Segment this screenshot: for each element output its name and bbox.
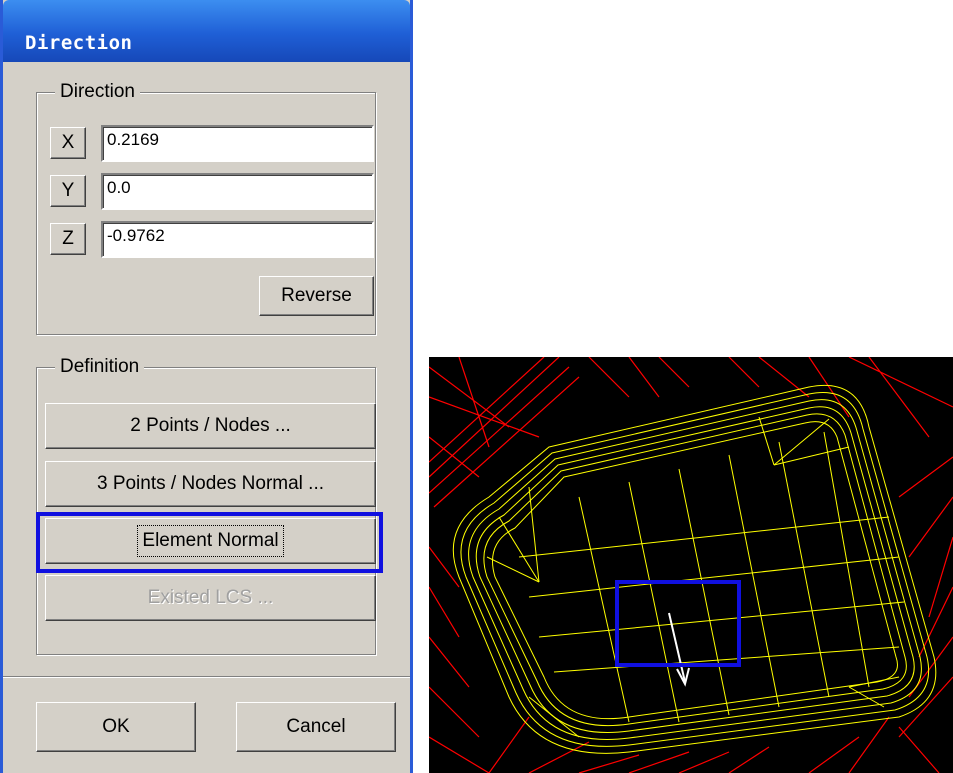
footer-separator (3, 676, 410, 678)
ok-label: OK (102, 716, 130, 737)
element-normal-highlight-box (36, 512, 383, 573)
two-points-nodes-button[interactable]: 2 Points / Nodes ... (45, 403, 376, 449)
surrounding-mesh (429, 357, 953, 773)
three-points-nodes-normal-label: 3 Points / Nodes Normal ... (96, 473, 325, 494)
reverse-label: Reverse (281, 285, 352, 306)
z-button-label: Z (62, 228, 74, 249)
existed-lcs-button: Existed LCS ... (45, 575, 376, 621)
y-field[interactable]: 0.0 (101, 173, 374, 210)
two-points-nodes-label: 2 Points / Nodes ... (130, 415, 291, 436)
cancel-button[interactable]: Cancel (236, 702, 396, 752)
mesh-view (429, 357, 953, 773)
definition-group: Definition 2 Points / Nodes ... 3 Points… (36, 356, 376, 655)
part-mesh (452, 384, 937, 754)
x-field[interactable]: 0.2169 (101, 125, 374, 162)
direction-group-label: Direction (55, 81, 140, 103)
direction-group: Direction X 0.2169 Y 0.0 Z -0.9762 Rever… (36, 81, 376, 335)
graphics-viewport[interactable] (429, 357, 953, 773)
definition-group-label: Definition (55, 356, 145, 378)
three-points-nodes-normal-button[interactable]: 3 Points / Nodes Normal ... (45, 461, 376, 507)
x-button[interactable]: X (50, 127, 86, 159)
y-button[interactable]: Y (50, 175, 86, 207)
cancel-label: Cancel (286, 716, 346, 737)
y-value: 0.0 (107, 178, 131, 197)
x-button-label: X (61, 132, 75, 153)
y-button-label: Y (61, 180, 75, 201)
z-button[interactable]: Z (50, 223, 86, 255)
direction-dialog: Direction Direction X 0.2169 Y 0.0 Z -0.… (0, 0, 413, 773)
dialog-title: Direction (25, 32, 133, 54)
existed-lcs-label: Existed LCS ... (147, 587, 274, 608)
x-value: 0.2169 (107, 130, 159, 149)
title-bar[interactable]: Direction (3, 0, 410, 62)
z-value: -0.9762 (107, 226, 165, 245)
ok-button[interactable]: OK (36, 702, 196, 752)
z-field[interactable]: -0.9762 (101, 221, 374, 258)
reverse-button[interactable]: Reverse (259, 276, 374, 316)
